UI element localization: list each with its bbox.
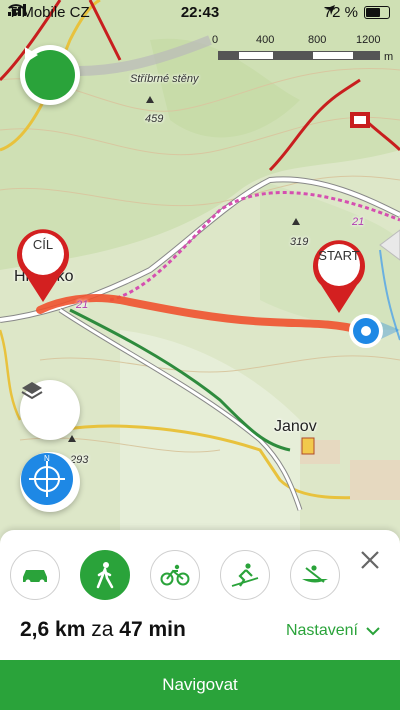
car-icon bbox=[23, 570, 47, 585]
layers-button[interactable] bbox=[20, 380, 80, 440]
mode-car-button[interactable] bbox=[10, 550, 60, 600]
scale-label-400: 400 bbox=[256, 34, 275, 46]
place-label-stribrne-steny: Stříbrné stěny bbox=[130, 73, 199, 85]
scale-bar bbox=[218, 51, 380, 60]
location-arrow-icon bbox=[324, 5, 335, 15]
elevation-label-459: 459 bbox=[145, 113, 164, 125]
navigate-button[interactable]: Navigovat bbox=[0, 660, 400, 710]
route-duration: 47 min bbox=[119, 618, 186, 641]
close-icon[interactable] bbox=[358, 548, 382, 572]
route-za: za bbox=[91, 618, 114, 641]
route-panel: 2,6 km za 47 min Nastavení bbox=[0, 530, 400, 660]
scale-label-800: 800 bbox=[308, 34, 327, 46]
battery-icon bbox=[364, 6, 390, 19]
scale-label-1200: 1200 bbox=[356, 34, 381, 46]
finish-pin[interactable]: CÍL bbox=[15, 228, 71, 304]
mode-walk-button[interactable] bbox=[80, 550, 130, 600]
current-location-icon bbox=[349, 314, 400, 348]
play-button[interactable] bbox=[20, 45, 80, 105]
bike-icon bbox=[160, 564, 190, 586]
status-bar: T-Mobile CZ 22:43 72 % bbox=[0, 0, 400, 26]
trail-number-21-east: 21 bbox=[352, 216, 365, 228]
scale-label-0: 0 bbox=[212, 34, 219, 46]
mode-bike-button[interactable] bbox=[150, 550, 200, 600]
finish-pin-label: CÍL bbox=[32, 237, 54, 252]
mode-canoe-button[interactable] bbox=[290, 550, 340, 600]
layers-icon bbox=[21, 382, 43, 400]
svg-text:N: N bbox=[44, 454, 50, 463]
start-pin[interactable]: START bbox=[311, 239, 367, 315]
elevation-label-319: 319 bbox=[290, 236, 309, 248]
compass-button[interactable]: N bbox=[20, 452, 80, 512]
route-summary: 2,6 km za 47 min bbox=[20, 618, 186, 642]
compass-icon: N bbox=[21, 453, 73, 505]
settings-dropdown[interactable]: Nastavení bbox=[286, 622, 380, 640]
start-pin-label: START bbox=[318, 248, 360, 263]
ski-icon bbox=[231, 563, 259, 587]
scale-unit: m bbox=[384, 51, 394, 63]
settings-label: Nastavení bbox=[285, 622, 358, 639]
village-label-janov: Janov bbox=[274, 418, 317, 435]
route-distance: 2,6 km bbox=[20, 618, 86, 641]
canoe-icon bbox=[302, 565, 328, 583]
transport-modes bbox=[10, 550, 340, 600]
play-icon bbox=[25, 47, 38, 63]
map-scale: 0 400 800 1200 m bbox=[212, 34, 394, 64]
walk-icon bbox=[96, 562, 114, 589]
chevron-down-icon bbox=[366, 627, 380, 636]
trail-number-21-west: 21 bbox=[76, 299, 89, 311]
map-view[interactable]: T-Mobile CZ 22:43 72 % 0 400 800 1200 m … bbox=[0, 0, 400, 530]
mode-ski-button[interactable] bbox=[220, 550, 270, 600]
